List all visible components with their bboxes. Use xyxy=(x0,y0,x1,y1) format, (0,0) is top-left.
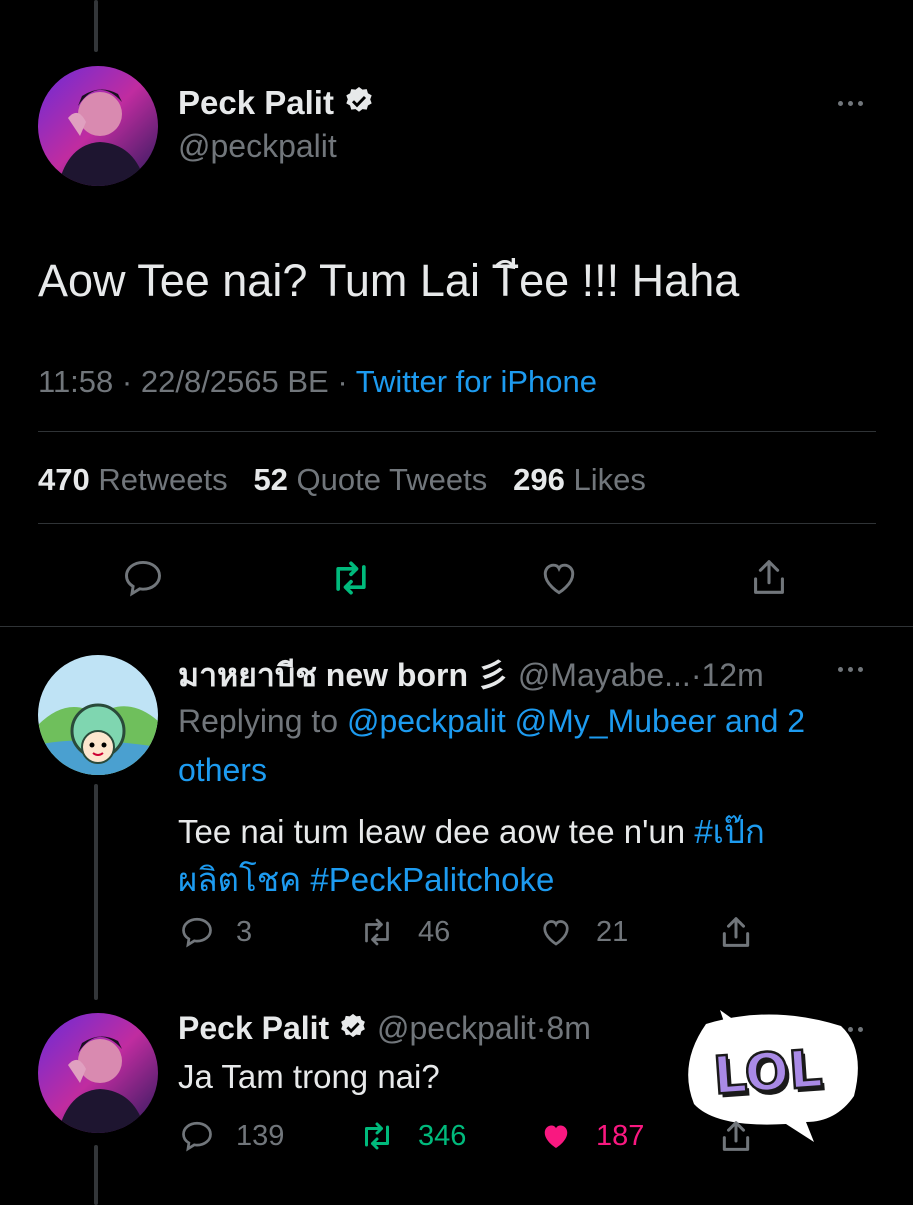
lol-sticker: LOL LOL xyxy=(676,1004,866,1144)
replying-prefix: Replying to xyxy=(178,703,339,739)
top-cut-icons xyxy=(540,0,760,2)
reply2-header: Peck Palit @peckpalit·8m xyxy=(178,1010,591,1050)
reply1-avatar[interactable] xyxy=(38,655,158,775)
share-button[interactable] xyxy=(746,554,792,600)
replying-to-others[interactable]: others xyxy=(178,752,267,788)
divider xyxy=(38,523,876,524)
tweet-time: 11:58 xyxy=(38,364,114,399)
reply1-name-emoji: 彡 xyxy=(476,657,509,693)
verified-badge-icon xyxy=(343,85,375,125)
author-name-text: Peck Palit xyxy=(178,84,334,121)
share-icon xyxy=(722,917,750,947)
thread-line-reply1 xyxy=(94,784,98,1000)
retweet-icon xyxy=(365,1122,389,1150)
hashtag-link[interactable]: #เป๊ก xyxy=(694,813,765,850)
tweet-text: Aow Tee nai? Tum Lai Tีee !!! Haha xyxy=(38,255,740,306)
reply1-like-button[interactable]: 21 xyxy=(536,914,628,950)
main-author-name[interactable]: Peck Palit xyxy=(178,84,375,125)
heart-icon xyxy=(543,920,569,946)
reply2-reply-button[interactable]: 139 xyxy=(178,1118,284,1154)
like-button[interactable] xyxy=(536,556,582,600)
hashtag-link-cont[interactable]: ผลิตโชค xyxy=(178,861,301,898)
retweet-button[interactable] xyxy=(326,556,376,600)
reply-button[interactable] xyxy=(120,556,166,600)
reply1-handle[interactable]: @Mayabe... xyxy=(518,657,691,693)
tweet-stats: 470 Retweets 52 Quote Tweets 296 Likes xyxy=(38,462,646,498)
likes-label: Likes xyxy=(573,462,646,497)
replying-to-links[interactable]: @peckpalit @My_Mubeer and 2 xyxy=(347,703,805,739)
divider xyxy=(38,431,876,432)
reply2-handle[interactable]: @peckpalit xyxy=(377,1010,536,1046)
thread-line-top xyxy=(94,0,98,52)
more-options-icon[interactable] xyxy=(838,101,863,106)
reply1-header: มาหยาบีช new born 彡 @Mayabe...·12m xyxy=(178,650,764,701)
meta-separator: · xyxy=(337,364,348,399)
reply1-retweet-button[interactable]: 46 xyxy=(356,914,450,950)
reply-count: 3 xyxy=(236,915,253,948)
reply-icon xyxy=(125,560,161,597)
reply-icon xyxy=(182,917,212,948)
meta-separator: · xyxy=(535,1010,547,1046)
reply1-time: 12m xyxy=(701,657,764,693)
reply2-retweet-button[interactable]: 346 xyxy=(356,1118,466,1154)
retweets-count: 470 xyxy=(38,462,90,497)
reply-count: 139 xyxy=(236,1119,285,1152)
retweet-count: 46 xyxy=(418,915,451,948)
sticker-text: LOL xyxy=(712,1039,825,1106)
reply2-share-button[interactable] xyxy=(716,1116,756,1156)
reply1-more-icon[interactable] xyxy=(838,667,863,672)
quotes-label: Quote Tweets xyxy=(296,462,488,497)
heart-icon xyxy=(543,563,575,595)
quotes-count: 52 xyxy=(253,462,288,497)
hashtag-link[interactable]: #PeckPalitchoke xyxy=(310,861,554,898)
reply2-text: Ja Tam trong nai? xyxy=(178,1058,440,1095)
tweet-source-link[interactable]: Twitter for iPhone xyxy=(356,364,597,399)
like-count: 21 xyxy=(596,915,629,948)
thread-line-reply2 xyxy=(94,1145,98,1205)
quote-tweets-stat[interactable]: 52 Quote Tweets xyxy=(253,462,487,497)
reply2-avatar[interactable] xyxy=(38,1013,158,1133)
share-icon xyxy=(754,560,784,594)
reply1-author-name[interactable]: มาหยาบีช new born xyxy=(178,657,468,693)
reply2-like-button[interactable]: 187 xyxy=(536,1118,644,1154)
reply1-text: Tee nai tum leaw dee aow tee n'un #เป๊ก … xyxy=(178,808,888,904)
heart-filled-icon xyxy=(544,1125,568,1148)
reply1-body: Tee nai tum leaw dee aow tee n'un xyxy=(178,813,686,850)
like-count: 187 xyxy=(596,1119,645,1152)
tweet-meta: 11:58 · 22/8/2565 BE · Twitter for iPhon… xyxy=(38,364,597,400)
retweet-count: 346 xyxy=(418,1119,467,1152)
reply-icon xyxy=(182,1121,212,1152)
reply1-replying-to: Replying to @peckpalit @My_Mubeer and 2 … xyxy=(178,697,888,795)
retweet-icon xyxy=(365,918,389,946)
retweets-label: Retweets xyxy=(98,462,228,497)
likes-count: 296 xyxy=(513,462,565,497)
share-icon xyxy=(722,1121,750,1151)
meta-separator: · xyxy=(690,657,702,693)
reply2-author-name[interactable]: Peck Palit xyxy=(178,1010,329,1046)
likes-stat[interactable]: 296 Likes xyxy=(513,462,646,497)
retweets-stat[interactable]: 470 Retweets xyxy=(38,462,228,497)
retweet-icon xyxy=(336,561,366,595)
section-divider xyxy=(0,626,913,627)
main-author-handle[interactable]: @peckpalit xyxy=(178,128,337,165)
reply1-share-button[interactable] xyxy=(716,912,756,952)
verified-badge-icon xyxy=(338,1012,368,1050)
reply1-reply-button[interactable]: 3 xyxy=(178,914,252,950)
meta-separator: · xyxy=(121,364,133,399)
main-avatar[interactable] xyxy=(38,66,158,186)
tweet-date: 22/8/2565 BE xyxy=(140,364,329,399)
reply2-time: 8m xyxy=(546,1010,591,1046)
